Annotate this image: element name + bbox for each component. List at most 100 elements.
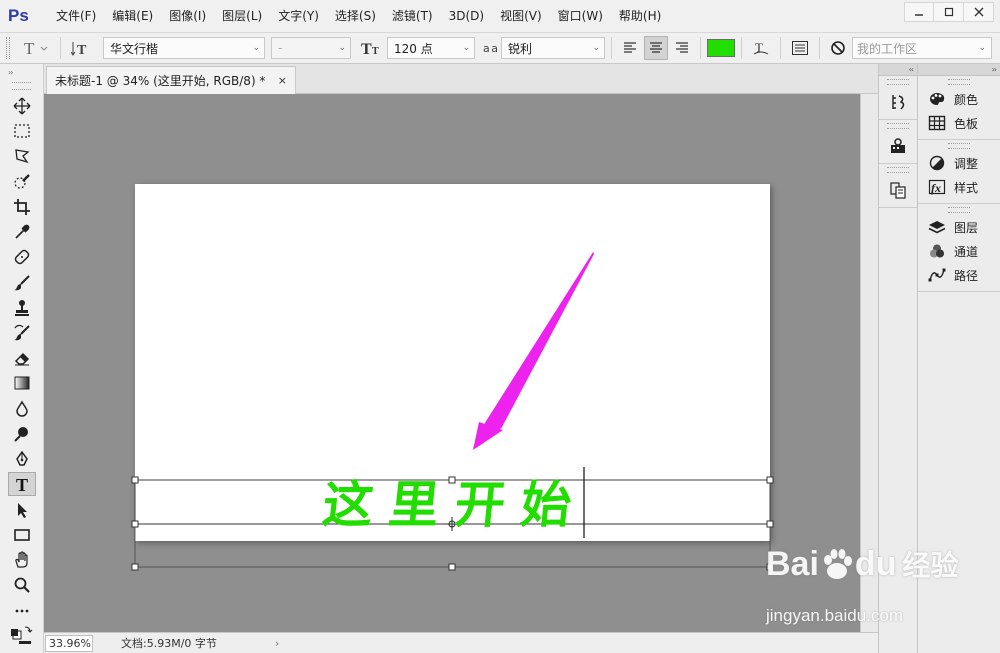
tools-grip[interactable]: [12, 82, 31, 90]
watermark-brand: Bai du 经验: [766, 544, 958, 584]
history-panel-button[interactable]: [879, 87, 917, 117]
crop-tool[interactable]: [8, 195, 36, 219]
properties-panel-button[interactable]: [879, 131, 917, 161]
panel-layers[interactable]: 图层: [918, 215, 1000, 239]
panel-color-label: 颜色: [954, 92, 979, 107]
annotation-arrow: [473, 252, 594, 448]
panel-grip[interactable]: [948, 79, 970, 85]
font-size-select[interactable]: 120 点 ⌄: [387, 37, 475, 59]
tools-expand-icon[interactable]: ››: [0, 64, 43, 80]
menu-filter[interactable]: 滤镜(T): [384, 0, 441, 32]
menu-view[interactable]: 视图(V): [492, 0, 550, 32]
align-right-button[interactable]: [670, 36, 694, 60]
panel-grip[interactable]: [887, 123, 909, 129]
foreground-background-colors[interactable]: [8, 624, 36, 648]
eyedropper-tool[interactable]: [8, 220, 36, 244]
type-tool-icon: T: [24, 40, 48, 56]
warp-text-button[interactable]: T: [748, 36, 774, 60]
healing-brush-tool[interactable]: [8, 245, 36, 269]
menu-type[interactable]: 文字(Y): [270, 0, 327, 32]
marquee-tool[interactable]: [8, 119, 36, 143]
paragraph-panel-button[interactable]: [879, 175, 917, 205]
close-tab-icon[interactable]: ×: [278, 74, 287, 87]
canvas-text-layer[interactable]: 这里开始: [320, 475, 590, 535]
panel-grip[interactable]: [948, 143, 970, 149]
eraser-tool[interactable]: [8, 346, 36, 370]
maximize-button[interactable]: [934, 2, 964, 22]
menu-select[interactable]: 选择(S): [327, 0, 384, 32]
zoom-tool[interactable]: [8, 573, 36, 597]
minimize-button[interactable]: [904, 2, 934, 22]
menu-image[interactable]: 图像(I): [161, 0, 214, 32]
document-info: 文档:5.93M/0 字节: [121, 637, 217, 650]
text-color-swatch[interactable]: [706, 39, 735, 57]
more-tools-button[interactable]: [8, 599, 36, 623]
panel-grip[interactable]: [887, 79, 909, 85]
chevron-down-icon: ⌄: [252, 43, 260, 53]
panel-styles[interactable]: fx 样式: [918, 175, 1000, 199]
panel-grip[interactable]: [948, 207, 970, 213]
brush-tool[interactable]: [8, 271, 36, 295]
clone-stamp-tool[interactable]: [8, 296, 36, 320]
antialias-select[interactable]: 锐利 ⌄: [500, 37, 605, 59]
options-bar-grip[interactable]: [6, 37, 10, 59]
blur-tool[interactable]: [8, 397, 36, 421]
menu-window[interactable]: 窗口(W): [550, 0, 611, 32]
window-controls: [904, 2, 994, 22]
panel-channels[interactable]: 通道: [918, 239, 1000, 263]
chevron-down-icon: ⌄: [462, 43, 470, 53]
svg-text:T: T: [24, 40, 35, 56]
document-tab[interactable]: 未标题-1 @ 34% (这里开始, RGB/8) * ×: [46, 66, 296, 94]
menu-help[interactable]: 帮助(H): [611, 0, 669, 32]
move-icon: [13, 97, 31, 115]
svg-text:T: T: [372, 46, 379, 56]
align-center-button[interactable]: [643, 36, 668, 60]
close-window-button[interactable]: [964, 2, 994, 22]
status-menu-arrow[interactable]: ›: [275, 637, 279, 650]
document-canvas[interactable]: 这里开始: [131, 184, 774, 571]
workspace-value: 我的工作区: [857, 41, 918, 56]
eyedropper-icon: [15, 224, 30, 239]
toggle-text-orientation-button[interactable]: T: [67, 36, 95, 60]
zoom-level-field[interactable]: 33.96%: [45, 634, 93, 652]
collapse-dock-icon[interactable]: ‹‹: [879, 64, 917, 76]
panel-grip[interactable]: [887, 167, 909, 173]
path-selection-tool[interactable]: [8, 498, 36, 522]
tool-preset-picker[interactable]: T: [18, 36, 54, 60]
panel-channels-label: 通道: [954, 244, 979, 259]
menu-file[interactable]: 文件(F): [48, 0, 104, 32]
history-brush-tool[interactable]: [8, 321, 36, 345]
channels-icon: [930, 244, 944, 258]
marquee-icon: [14, 124, 30, 138]
quick-selection-tool[interactable]: [8, 170, 36, 194]
menu-3d[interactable]: 3D(D): [441, 0, 492, 32]
font-family-select[interactable]: 华文行楷 ⌄: [103, 37, 265, 59]
baidu-paw-icon: [823, 549, 852, 579]
menu-layer[interactable]: 图层(L): [214, 0, 270, 32]
minimize-icon: [915, 14, 923, 16]
align-left-button[interactable]: [618, 36, 642, 60]
type-tool[interactable]: T: [8, 472, 36, 496]
font-style-select[interactable]: - ⌄: [271, 37, 351, 59]
move-tool[interactable]: [8, 94, 36, 118]
workspace-select[interactable]: 我的工作区 ⌄: [852, 37, 992, 59]
status-bar: 33.96% 文档:5.93M/0 字节 ›: [44, 632, 878, 653]
narrow-panel-group: [879, 123, 917, 164]
collapse-panels-icon[interactable]: ››: [918, 64, 1000, 76]
pen-tool[interactable]: [8, 447, 36, 471]
gradient-tool[interactable]: [8, 371, 36, 395]
hand-tool[interactable]: [8, 548, 36, 572]
narrow-panel-group: [879, 79, 917, 120]
cancel-edits-button[interactable]: [826, 36, 850, 60]
panel-color[interactable]: 颜色: [918, 87, 1000, 111]
lasso-icon: [15, 149, 30, 164]
panel-swatches[interactable]: 色板: [918, 111, 1000, 135]
dodge-tool[interactable]: [8, 422, 36, 446]
menu-edit[interactable]: 编辑(E): [104, 0, 161, 32]
panel-paths[interactable]: 路径: [918, 263, 1000, 287]
panel-adjustments[interactable]: 调整: [918, 151, 1000, 175]
rectangle-tool[interactable]: [8, 523, 36, 547]
character-panel-icon: [791, 41, 808, 55]
lasso-tool[interactable]: [8, 144, 36, 168]
character-panel-button[interactable]: [787, 36, 813, 60]
